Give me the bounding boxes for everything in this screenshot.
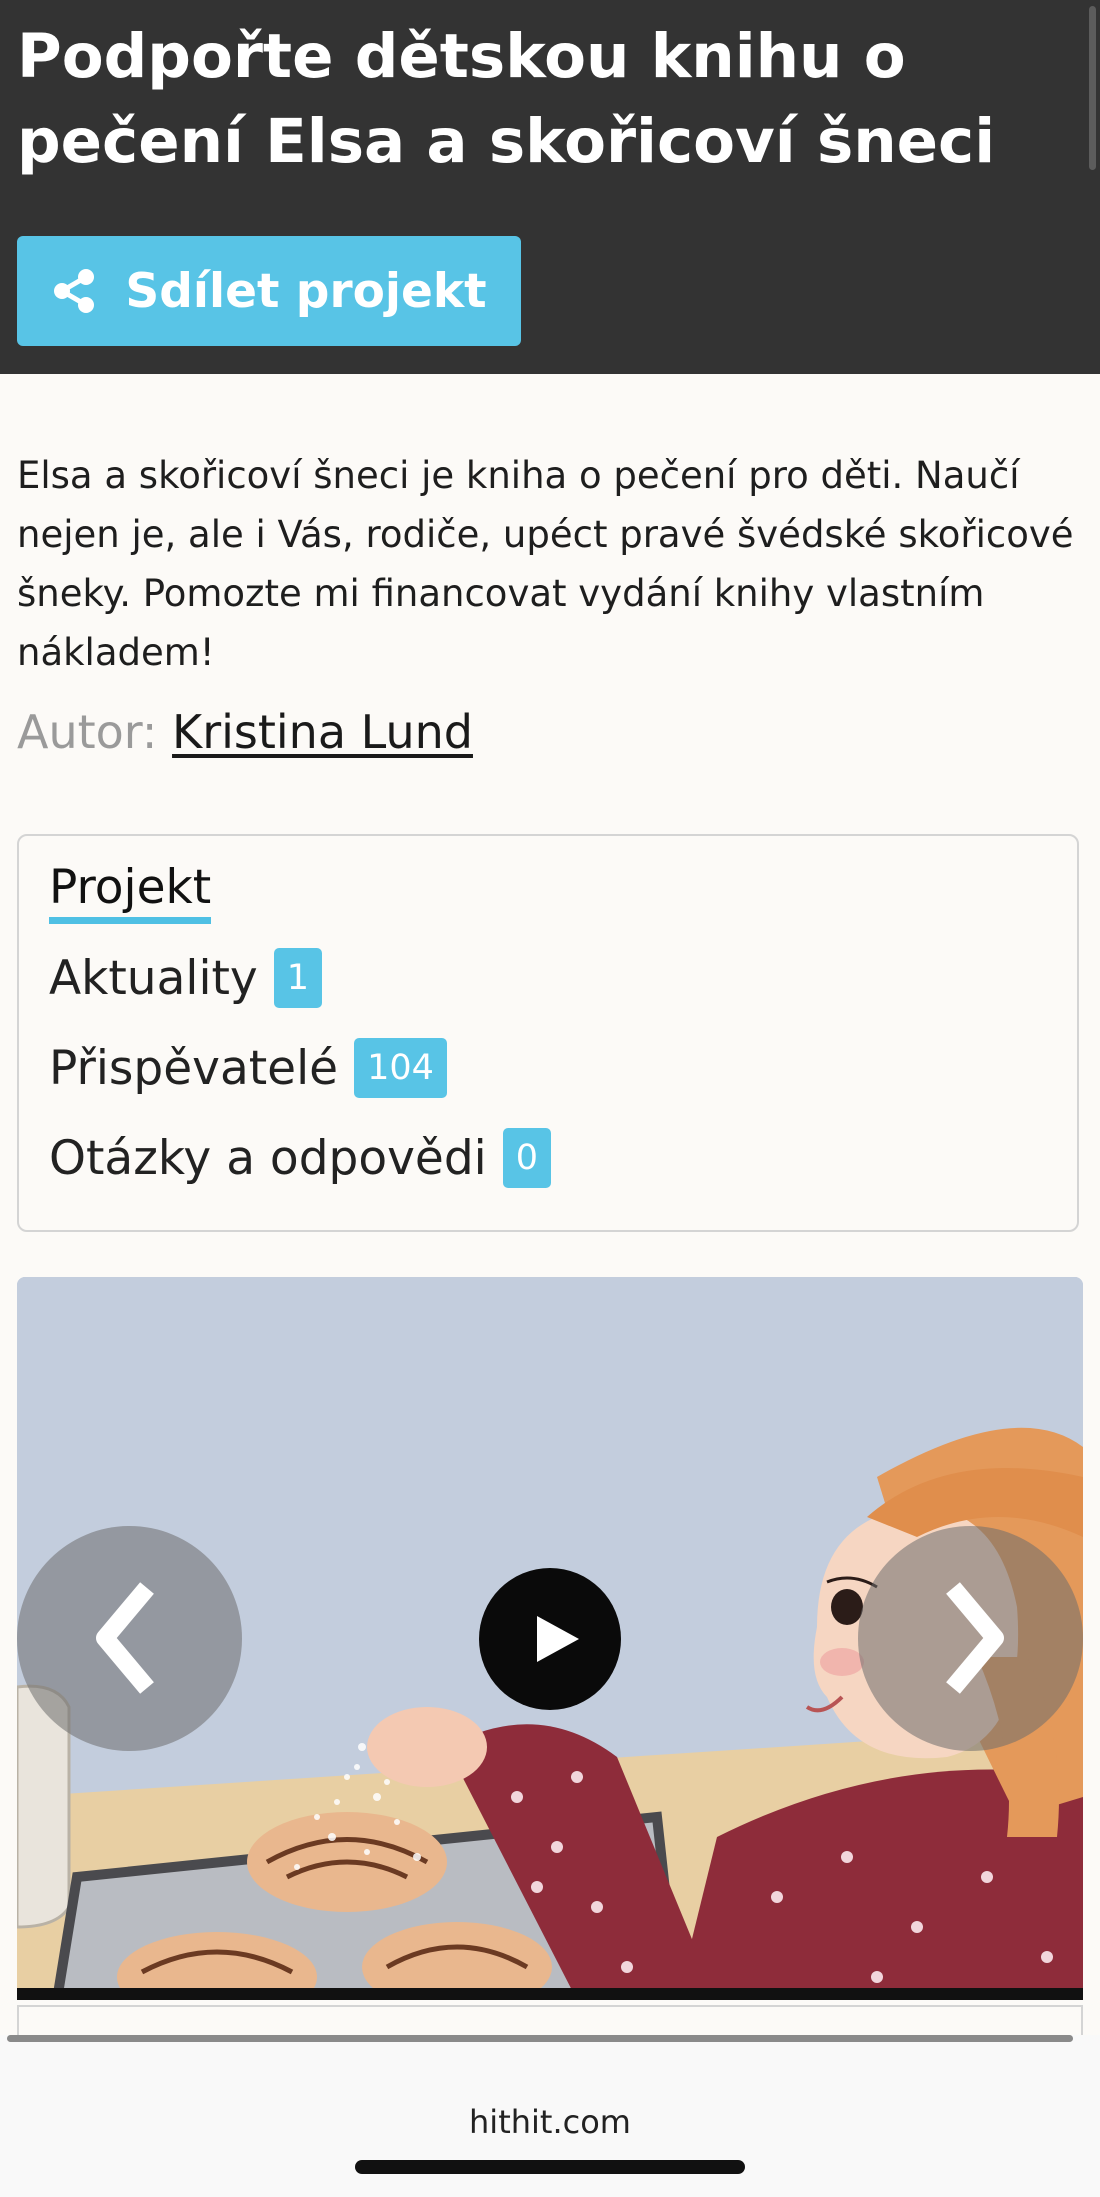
tab-prispevatele-label: Přispěvatelé xyxy=(49,1040,339,1096)
page-load-progress-fill xyxy=(7,2035,1073,2042)
project-header: Podpořte dětskou knihu o pečení Elsa a s… xyxy=(0,0,1100,374)
chevron-left-icon xyxy=(96,1582,154,1694)
play-icon xyxy=(537,1616,579,1662)
chevron-right-icon xyxy=(946,1582,1004,1694)
tab-aktuality-label: Aktuality xyxy=(49,950,258,1006)
project-description: Elsa a skořicoví šneci je kniha o pečení… xyxy=(17,454,1074,674)
otazky-count-badge: 0 xyxy=(502,1128,552,1188)
tab-aktuality[interactable]: Aktuality 1 xyxy=(49,948,323,1008)
carousel-next-button[interactable] xyxy=(858,1526,1083,1751)
tab-prispevatele[interactable]: Přispěvatelé 104 xyxy=(49,1038,447,1098)
tab-otazky-label: Otázky a odpovědi xyxy=(49,1130,487,1186)
tab-projekt-label: Projekt xyxy=(49,860,212,924)
page-load-progress xyxy=(7,2035,1073,2042)
tab-otazky[interactable]: Otázky a odpovědi 0 xyxy=(49,1128,552,1188)
project-title: Podpořte dětskou knihu o pečení Elsa a s… xyxy=(17,21,996,177)
project-nav: Projekt Aktuality 1 Přispěvatelé 104 Otá… xyxy=(17,834,1079,1232)
aktuality-count-badge: 1 xyxy=(273,948,323,1008)
video-bottom-bar xyxy=(17,1988,1083,2000)
author-label: Autor: xyxy=(17,705,158,759)
share-icon xyxy=(51,268,97,314)
carousel-prev-button[interactable] xyxy=(17,1526,242,1751)
author-link[interactable]: Kristina Lund xyxy=(172,705,473,759)
scroll-indicator xyxy=(1089,6,1096,170)
share-project-button[interactable]: Sdílet projekt xyxy=(17,236,521,346)
project-video[interactable] xyxy=(17,1277,1083,2000)
share-project-label: Sdílet projekt xyxy=(125,263,487,319)
prispevatele-count-badge: 104 xyxy=(354,1038,447,1098)
author-row: Autor: Kristina Lund xyxy=(17,702,473,762)
home-indicator[interactable] xyxy=(355,2160,745,2174)
tab-projekt[interactable]: Projekt xyxy=(49,860,212,924)
play-video-button[interactable] xyxy=(479,1568,621,1710)
browser-url[interactable]: hithit.com xyxy=(0,2103,1100,2141)
